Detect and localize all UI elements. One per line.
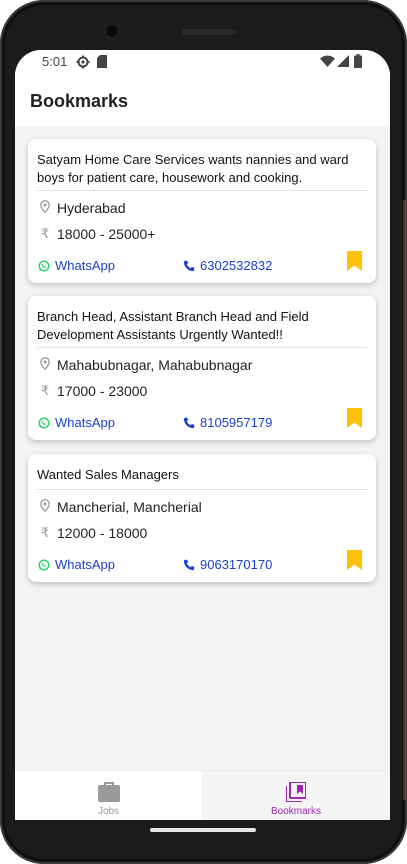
phone-icon bbox=[183, 559, 195, 571]
whatsapp-icon bbox=[38, 416, 50, 429]
location-pin-icon bbox=[39, 200, 51, 216]
status-time: 5:01 bbox=[42, 54, 68, 69]
front-camera bbox=[103, 22, 121, 40]
salary-text: 17000 - 23000 bbox=[57, 383, 148, 399]
divider bbox=[37, 347, 367, 348]
divider bbox=[37, 489, 367, 490]
home-indicator[interactable] bbox=[150, 828, 256, 832]
salary-text: 18000 - 25000+ bbox=[57, 226, 156, 242]
app-bar: Bookmarks bbox=[15, 74, 390, 126]
whatsapp-icon bbox=[38, 259, 50, 272]
whatsapp-link[interactable]: WhatsApp bbox=[38, 258, 115, 273]
rupee-icon: ₹ bbox=[40, 525, 50, 540]
phone-link[interactable]: 9063170170 bbox=[183, 557, 272, 572]
location-text: Hyderabad bbox=[57, 200, 126, 216]
whatsapp-label: WhatsApp bbox=[55, 557, 115, 572]
whatsapp-link[interactable]: WhatsApp bbox=[38, 415, 115, 430]
location-row: Mahabubnagar, Mahabubnagar bbox=[39, 357, 252, 373]
job-title: Wanted Sales Managers bbox=[37, 467, 179, 482]
job-card[interactable]: Branch Head, Assistant Branch Head and F… bbox=[28, 296, 376, 440]
screen: 5:01 Bookmarks Satyam Home Care Services bbox=[15, 50, 390, 820]
bookmark-icon[interactable] bbox=[347, 251, 362, 276]
location-pin-icon bbox=[39, 499, 51, 515]
bookmark-icon[interactable] bbox=[347, 550, 362, 575]
settings-status-icon bbox=[76, 55, 90, 72]
status-bar: 5:01 bbox=[15, 50, 390, 74]
rupee-icon: ₹ bbox=[40, 226, 50, 241]
nav-tab-bookmarks[interactable]: Bookmarks bbox=[202, 771, 390, 820]
bookmark-icon[interactable] bbox=[347, 408, 362, 433]
phone-icon bbox=[183, 260, 195, 272]
job-card[interactable]: Wanted Sales Managers Mancherial, Manche… bbox=[28, 454, 376, 582]
phone-link[interactable]: 6302532832 bbox=[183, 258, 272, 273]
nav-tab-jobs[interactable]: Jobs bbox=[15, 771, 202, 820]
whatsapp-label: WhatsApp bbox=[55, 258, 115, 273]
job-title: Branch Head, Assistant Branch Head and F… bbox=[37, 309, 309, 342]
phone-link[interactable]: 8105957179 bbox=[183, 415, 272, 430]
salary-row: ₹ 18000 - 25000+ bbox=[39, 226, 156, 242]
job-card[interactable]: Satyam Home Care Services wants nannies … bbox=[28, 139, 376, 283]
phone-frame: 5:01 Bookmarks Satyam Home Care Services bbox=[0, 0, 407, 864]
salary-text: 12000 - 18000 bbox=[57, 525, 148, 541]
location-row: Hyderabad bbox=[39, 200, 126, 216]
side-edge bbox=[403, 200, 407, 800]
job-title: Satyam Home Care Services wants nannies … bbox=[37, 152, 349, 185]
cellular-signal-icon bbox=[337, 55, 349, 70]
whatsapp-link[interactable]: WhatsApp bbox=[38, 557, 115, 572]
page-title: Bookmarks bbox=[30, 91, 129, 111]
briefcase-icon bbox=[97, 782, 120, 805]
wifi-icon bbox=[320, 55, 335, 70]
phone-number: 8105957179 bbox=[200, 415, 273, 430]
location-text: Mahabubnagar, Mahabubnagar bbox=[57, 357, 253, 373]
nav-label-jobs: Jobs bbox=[97, 806, 120, 817]
divider bbox=[37, 190, 367, 191]
salary-row: ₹ 17000 - 23000 bbox=[39, 383, 147, 399]
phone-number: 6302532832 bbox=[200, 258, 273, 273]
location-text: Mancherial, Mancherial bbox=[57, 499, 202, 515]
bookmarks-icon bbox=[285, 781, 307, 805]
sd-card-status-icon bbox=[97, 55, 107, 71]
location-pin-icon bbox=[39, 357, 51, 373]
salary-row: ₹ 12000 - 18000 bbox=[39, 525, 147, 541]
phone-icon bbox=[183, 417, 195, 429]
rupee-icon: ₹ bbox=[40, 383, 50, 398]
phone-number: 9063170170 bbox=[200, 557, 273, 572]
earpiece-speaker bbox=[182, 29, 236, 35]
whatsapp-icon bbox=[38, 558, 50, 571]
nav-label-bookmarks: Bookmarks bbox=[270, 806, 321, 817]
whatsapp-label: WhatsApp bbox=[55, 415, 115, 430]
battery-icon bbox=[354, 54, 362, 71]
location-row: Mancherial, Mancherial bbox=[39, 499, 202, 515]
bottom-navigation: Jobs Bookmarks bbox=[15, 770, 390, 820]
